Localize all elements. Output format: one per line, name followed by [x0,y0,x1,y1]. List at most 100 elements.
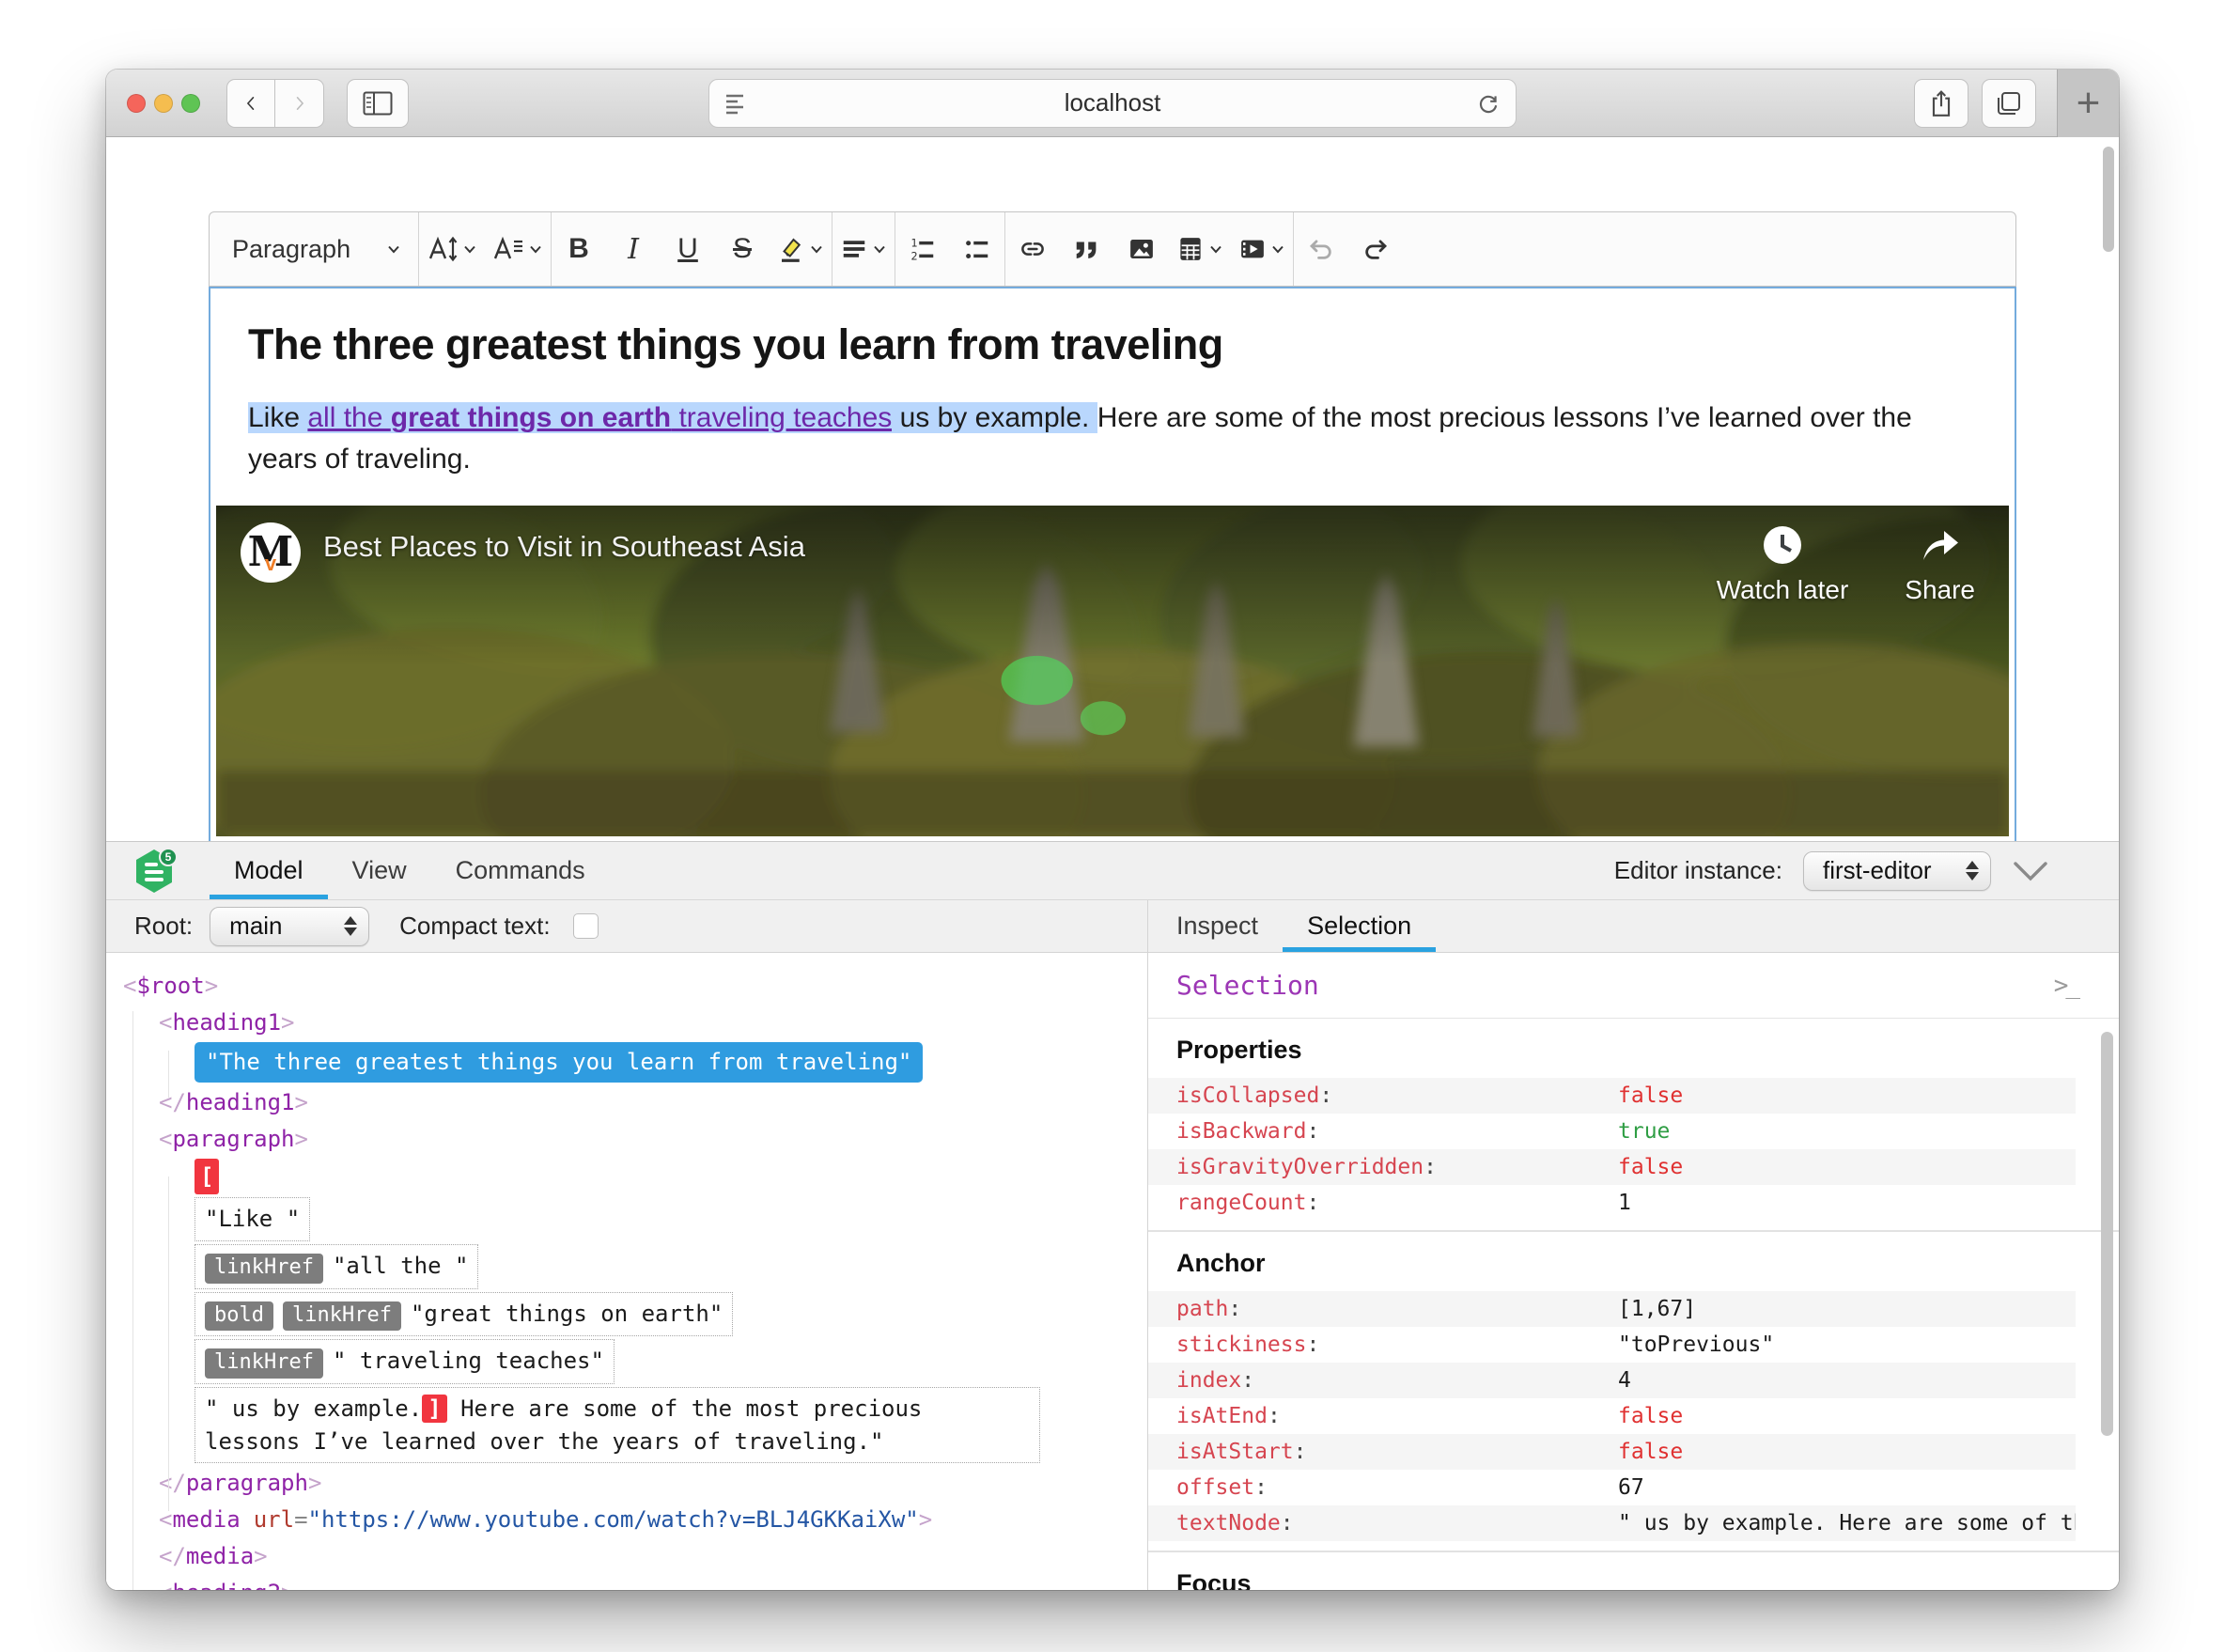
property-row: stickiness: "toPrevious" [1148,1327,2076,1363]
tree-line[interactable]: linkHref " traveling teaches" [106,1339,1147,1384]
image-icon [1130,240,1153,258]
share-button[interactable] [1914,78,1968,128]
refresh-icon[interactable] [1476,90,1501,117]
tab-model[interactable]: Model [210,842,328,899]
font-size-button[interactable] [419,212,485,286]
reader-mode-icon[interactable] [724,92,749,115]
property-value: 67 [1618,1475,1644,1500]
tag-bracket: > [204,973,219,999]
selected-text-node[interactable]: "The three greatest things you learn fro… [194,1042,924,1083]
tree-line[interactable]: </media > [106,1539,1147,1573]
strikethrough-button[interactable]: S [715,212,770,286]
text-alignment-button[interactable] [832,212,895,286]
numbered-list-button[interactable]: 1 2 [895,212,950,286]
text-node-content: "Like " [205,1206,301,1233]
tree-line[interactable]: "Like " [106,1197,1147,1241]
channel-avatar[interactable]: Mv [241,522,301,583]
tree-line[interactable]: " us by example.] Here are some of the m… [106,1386,1147,1464]
select-steppers-icon [1966,861,1979,881]
insert-media-button[interactable] [1231,212,1293,286]
tree-line[interactable]: < heading1 > [106,1005,1147,1039]
tag-name: media [172,1506,241,1534]
section-title: Properties [1176,1036,1302,1064]
tag-name: paragraph [172,1126,295,1153]
text-node[interactable]: "Like " [194,1197,311,1241]
equals-sign: = [294,1506,308,1534]
text-node[interactable]: linkHref " traveling teaches" [194,1339,615,1384]
tree-line[interactable]: bold linkHref "great things on earth" [106,1291,1147,1337]
underline-button[interactable]: U [661,212,715,286]
close-window-button[interactable] [127,93,146,113]
tree-line[interactable]: < paragraph > [106,1122,1147,1156]
tree-line[interactable]: [ [106,1159,1147,1195]
tab-inspect[interactable]: Inspect [1152,900,1283,952]
address-bar[interactable]: localhost [708,78,1517,128]
tab-overview-button[interactable] [1982,78,2036,128]
watch-later-button[interactable]: Watch later [1717,524,1848,605]
font-family-button[interactable] [485,212,551,286]
page-scrollbar[interactable] [2103,147,2114,252]
text-node[interactable]: " us by example.] Here are some of the m… [194,1386,1040,1464]
video-share-button[interactable]: Share [1905,524,1975,605]
paragraph-style-label: Paragraph [232,234,351,263]
indent-guide [168,1051,169,1098]
compact-text-checkbox[interactable] [572,913,599,939]
svg-text:2: 2 [911,250,918,262]
link-text-bold[interactable]: great things on earth [390,402,672,433]
text-node[interactable]: linkHref "all the " [194,1243,479,1289]
pane-scrollbar[interactable] [2101,1032,2113,1436]
link-button[interactable] [1005,212,1060,286]
log-to-console-button[interactable]: >_ [2054,972,2080,1000]
tree-line[interactable]: </heading1 > [106,1085,1147,1119]
sidebar-toggle-button[interactable] [347,78,409,128]
text-node[interactable]: bold linkHref "great things on earth" [194,1291,734,1337]
insert-image-button[interactable] [1114,212,1169,286]
section-properties: Properties isCollapsed: false isBackward: tr… [1148,1019,2119,1230]
highlight-button[interactable] [770,212,832,286]
font-family-icon [493,236,522,259]
tab-commands[interactable]: Commands [431,842,610,899]
block-quote-button[interactable] [1060,212,1114,286]
editor-content[interactable]: The three greatest things you learn from… [209,287,2016,841]
chrome-right-buttons [1914,78,2036,128]
tab-selection[interactable]: Selection [1283,900,1437,952]
forward-button[interactable] [275,78,324,128]
tree-line[interactable]: "The three greatest things you learn fro… [106,1042,1147,1083]
collapse-inspector-icon[interactable] [2012,859,2049,883]
redo-button[interactable] [1348,212,1403,286]
media-embed-icon [1241,240,1264,258]
tree-line[interactable]: linkHref "all the " [106,1243,1147,1289]
property-key: path: [1176,1297,1242,1321]
minimize-window-button[interactable] [154,93,173,113]
new-tab-button[interactable]: + [2057,70,2119,137]
indent-guide [168,1177,169,1511]
bold-button[interactable]: B [552,212,606,286]
bulleted-list-button[interactable] [950,212,1004,286]
console-title: Selection [1176,970,1319,1001]
link-text[interactable]: all the [307,402,391,433]
tag-bracket: < [123,973,137,999]
tree-line[interactable]: <heading2> [106,1576,1147,1590]
property-key: isCollapsed: [1176,1083,1333,1108]
editor-instance-select[interactable]: first-editor [1803,850,1991,891]
italic-button[interactable]: I [606,212,661,286]
undo-button[interactable] [1294,212,1348,286]
insert-table-button[interactable] [1169,212,1231,286]
root-select[interactable]: main [210,906,370,946]
youtube-embed[interactable]: Mv Best Places to Visit in Southeast Asi… [216,506,2009,836]
tab-view[interactable]: View [328,842,431,899]
property-key: offset: [1176,1475,1268,1500]
tree-line[interactable]: < $root > [106,969,1147,1003]
tree-line[interactable]: </paragraph > [106,1466,1147,1500]
back-button[interactable] [226,78,275,128]
tag-bracket: > [254,1543,268,1570]
link-text[interactable]: traveling teaches [671,402,893,433]
share-arrow-icon [1922,531,1958,560]
video-title[interactable]: Best Places to Visit in Southeast Asia [323,530,1717,564]
zoom-window-button[interactable] [181,93,200,113]
ckeditor-inspector: 5 Model View Commands Editor instance: fir… [106,841,2119,1590]
inspector-subheader: Root: main Compact text: Inspect Selectio… [106,900,2119,953]
tag-bracket: < [159,1506,173,1534]
paragraph-style-dropdown[interactable]: Paragraph [215,212,418,286]
tree-line[interactable]: < media url = "https://www.youtube.com/watch… [106,1503,1147,1536]
